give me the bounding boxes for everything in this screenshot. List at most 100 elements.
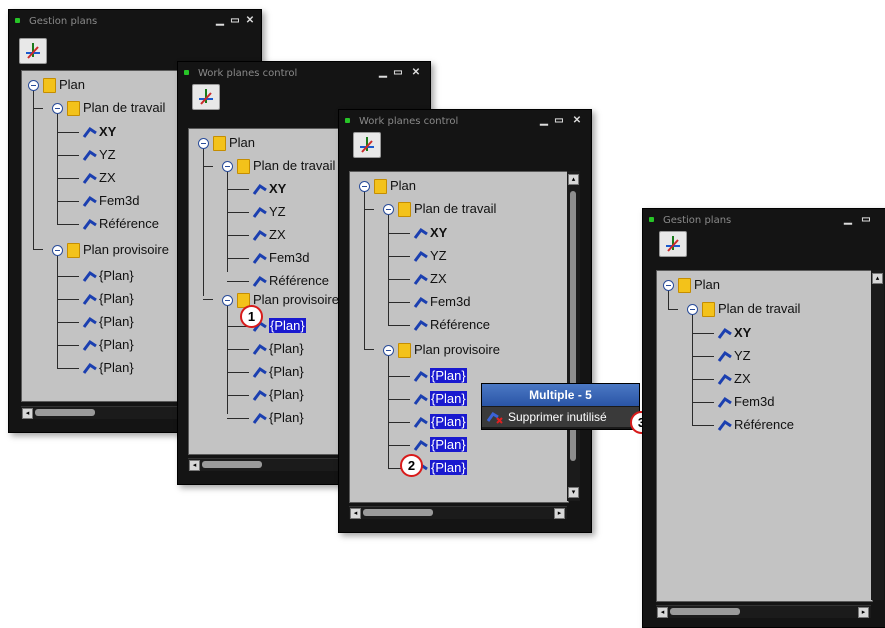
- horizontal-scrollbar[interactable]: ◂ ▸: [656, 605, 871, 618]
- collapse-icon[interactable]: [52, 245, 63, 256]
- tree-node-fem3d[interactable]: Fem3d: [99, 192, 139, 210]
- tree-node-temp-folder[interactable]: Plan provisoire: [414, 341, 500, 359]
- tree-node-workplanes-folder[interactable]: Plan de travail: [414, 200, 496, 218]
- axes-tool-button[interactable]: [659, 231, 687, 257]
- scroll-left-icon[interactable]: ◂: [350, 508, 361, 519]
- tree-node-fem3d[interactable]: Fem3d: [269, 249, 309, 267]
- tree-node-temp-folder[interactable]: Plan provisoire: [83, 241, 169, 259]
- collapse-icon[interactable]: [383, 204, 394, 215]
- close-icon[interactable]: ✕: [245, 16, 255, 26]
- scroll-up-icon[interactable]: ▴: [872, 273, 883, 284]
- axes-tool-button[interactable]: [19, 38, 47, 64]
- plane-icon: [82, 316, 97, 328]
- tree-node-yz[interactable]: YZ: [734, 347, 751, 365]
- tree-node-temp-plane[interactable]: {Plan}: [269, 386, 304, 404]
- tree-node-temp-plane[interactable]: {Plan}: [99, 359, 134, 377]
- horizontal-scrollbar[interactable]: ◂: [188, 458, 338, 471]
- folder-icon: [678, 278, 691, 293]
- close-icon[interactable]: ✕: [572, 116, 582, 126]
- tree-node-reference[interactable]: Référence: [269, 272, 329, 290]
- scroll-thumb[interactable]: [363, 509, 433, 516]
- horizontal-scrollbar[interactable]: ◂ ▸: [349, 506, 567, 519]
- collapse-icon[interactable]: [222, 295, 233, 306]
- tree-node-zx[interactable]: ZX: [99, 169, 116, 187]
- scroll-down-icon[interactable]: ▾: [568, 487, 579, 498]
- tree-node-temp-folder[interactable]: Plan provisoire: [253, 291, 339, 309]
- maximize-icon[interactable]: ▭: [393, 68, 403, 78]
- tree-node-workplanes-folder[interactable]: Plan de travail: [83, 99, 165, 117]
- tree-node-root[interactable]: Plan: [694, 276, 720, 294]
- tree-node-reference[interactable]: Référence: [99, 215, 159, 233]
- vertical-scrollbar[interactable]: ▴: [871, 270, 884, 600]
- tree-node-temp-plane[interactable]: {Plan}: [99, 267, 134, 285]
- tree-node-yz[interactable]: YZ: [99, 146, 116, 164]
- tree-node-temp-plane[interactable]: {Plan}: [99, 336, 134, 354]
- scroll-left-icon[interactable]: ◂: [657, 607, 668, 618]
- collapse-icon[interactable]: [359, 181, 370, 192]
- tree-node-temp-plane[interactable]: {Plan}: [430, 413, 467, 431]
- collapse-icon[interactable]: [687, 304, 698, 315]
- close-icon[interactable]: ✕: [411, 68, 421, 78]
- collapse-icon[interactable]: [663, 280, 674, 291]
- plane-icon: [717, 373, 732, 385]
- tree-node-root[interactable]: Plan: [390, 177, 416, 195]
- tree-node-temp-plane[interactable]: {Plan}: [269, 363, 304, 381]
- menu-item-delete-unused[interactable]: Supprimer inutilisé: [482, 407, 639, 427]
- plane-icon: [82, 126, 97, 138]
- tree-node-reference[interactable]: Référence: [734, 416, 794, 434]
- maximize-icon[interactable]: ▭: [861, 215, 871, 225]
- tree-node-temp-plane[interactable]: {Plan}: [430, 436, 467, 454]
- tree-node-temp-plane[interactable]: {Plan}: [430, 459, 467, 477]
- tree-node-temp-plane[interactable]: {Plan}: [269, 409, 304, 427]
- minimize-icon[interactable]: ▁: [215, 16, 225, 26]
- collapse-icon[interactable]: [28, 80, 39, 91]
- tree-node-temp-plane[interactable]: {Plan}: [99, 290, 134, 308]
- tree-node-temp-plane[interactable]: {Plan}: [269, 317, 306, 335]
- scroll-thumb[interactable]: [35, 409, 95, 416]
- tree-node-reference[interactable]: Référence: [430, 316, 490, 334]
- plane-icon: [252, 275, 267, 287]
- tree-node-zx[interactable]: ZX: [269, 226, 286, 244]
- tree-node-temp-plane[interactable]: {Plan}: [99, 313, 134, 331]
- axes-tool-button[interactable]: [192, 84, 220, 110]
- tree-node-temp-plane[interactable]: {Plan}: [430, 367, 467, 385]
- maximize-icon[interactable]: ▭: [554, 116, 564, 126]
- tree-node-workplanes-folder[interactable]: Plan de travail: [718, 300, 800, 318]
- scroll-up-icon[interactable]: ▴: [568, 174, 579, 185]
- tree-node-xy[interactable]: XY: [734, 324, 751, 342]
- scroll-left-icon[interactable]: ◂: [189, 460, 200, 471]
- collapse-icon[interactable]: [52, 103, 63, 114]
- tree-node-workplanes-folder[interactable]: Plan de travail: [253, 157, 335, 175]
- scroll-thumb[interactable]: [670, 608, 740, 615]
- tree-node-yz[interactable]: YZ: [430, 247, 447, 265]
- tree-node-root[interactable]: Plan: [59, 76, 85, 94]
- scroll-right-icon[interactable]: ▸: [554, 508, 565, 519]
- collapse-icon[interactable]: [222, 161, 233, 172]
- tree-panel: Plan Plan de travail XY YZ ZX Fem3d Réfé…: [656, 270, 873, 602]
- tree-node-xy[interactable]: XY: [269, 180, 286, 198]
- minimize-icon[interactable]: ▁: [843, 215, 853, 225]
- tree-node-temp-plane[interactable]: {Plan}: [430, 390, 467, 408]
- tree-node-root[interactable]: Plan: [229, 134, 255, 152]
- tree-node-xy[interactable]: XY: [430, 224, 447, 242]
- tree-node-fem3d[interactable]: Fem3d: [734, 393, 774, 411]
- vertical-scrollbar[interactable]: ▴ ▾: [567, 171, 580, 501]
- scroll-right-icon[interactable]: ▸: [858, 607, 869, 618]
- tree-node-fem3d[interactable]: Fem3d: [430, 293, 470, 311]
- plane-icon: [252, 366, 267, 378]
- minimize-icon[interactable]: ▁: [378, 68, 388, 78]
- tree-node-zx[interactable]: ZX: [734, 370, 751, 388]
- scroll-left-icon[interactable]: ◂: [22, 408, 33, 419]
- tree-node-temp-plane[interactable]: {Plan}: [269, 340, 304, 358]
- collapse-icon[interactable]: [383, 345, 394, 356]
- scroll-thumb[interactable]: [202, 461, 262, 468]
- plane-icon: [82, 293, 97, 305]
- tree-node-xy[interactable]: XY: [99, 123, 116, 141]
- collapse-icon[interactable]: [198, 138, 209, 149]
- callout-badge-1: 1: [240, 305, 263, 328]
- axes-tool-button[interactable]: [353, 132, 381, 158]
- tree-node-zx[interactable]: ZX: [430, 270, 447, 288]
- maximize-icon[interactable]: ▭: [230, 16, 240, 26]
- tree-node-yz[interactable]: YZ: [269, 203, 286, 221]
- minimize-icon[interactable]: ▁: [539, 116, 549, 126]
